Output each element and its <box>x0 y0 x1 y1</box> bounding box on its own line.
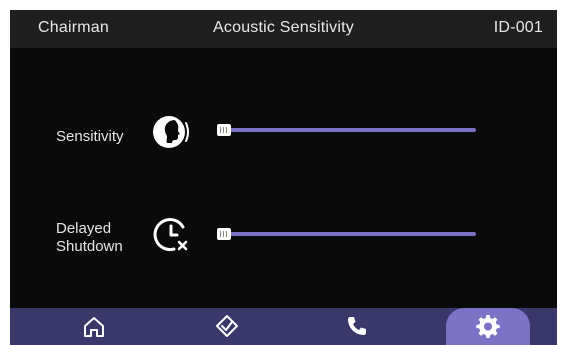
sensitivity-slider-thumb[interactable] <box>217 124 231 136</box>
delayed-shutdown-label-line1: Delayed <box>56 220 112 237</box>
nav-check-button[interactable] <box>185 308 269 345</box>
sensitivity-slider-track[interactable] <box>218 128 476 132</box>
nav-phone-button[interactable] <box>315 308 399 345</box>
sensitivity-label: Sensitivity <box>56 128 124 145</box>
delayed-shutdown-label-line2: Shutdown <box>56 238 123 255</box>
bottom-nav-bar <box>10 308 557 345</box>
speaking-head-icon <box>153 116 189 148</box>
nav-settings-button[interactable] <box>446 308 530 345</box>
check-shield-icon <box>216 315 238 337</box>
device-id: ID-001 <box>493 19 543 36</box>
page-title: Acoustic Sensitivity <box>213 19 354 36</box>
top-bar: Chairman Acoustic Sensitivity ID-001 <box>10 10 557 48</box>
delayed-shutdown-slider-thumb[interactable] <box>217 228 231 240</box>
clock-cancel-icon <box>153 218 188 252</box>
screen: Chairman Acoustic Sensitivity ID-001 Sen… <box>10 10 557 345</box>
phone-icon <box>348 317 366 335</box>
nav-home-button[interactable] <box>52 308 136 345</box>
delayed-shutdown-label: Delayed Shutdown <box>56 220 123 256</box>
home-icon <box>84 317 104 337</box>
delayed-shutdown-slider-track[interactable] <box>218 232 476 236</box>
gear-icon <box>476 315 500 338</box>
